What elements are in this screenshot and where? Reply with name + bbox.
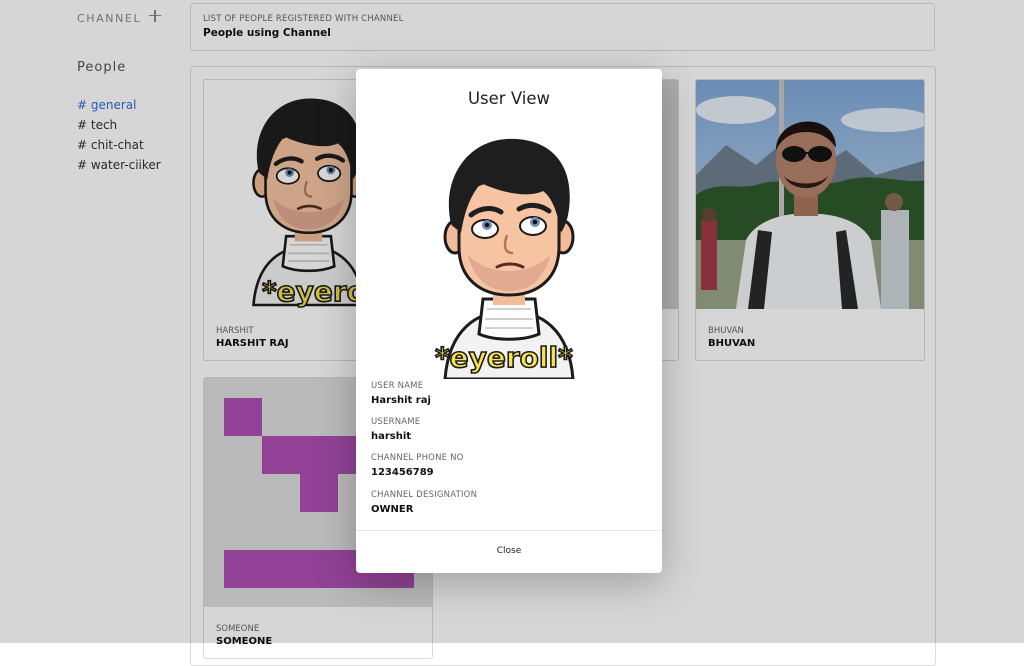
field-value-designation: OWNER <box>371 504 414 515</box>
field-label-user-name: USER NAME <box>371 381 424 391</box>
field-label-username: USERNAME <box>371 417 421 427</box>
field-label-designation: CHANNEL DESIGNATION <box>371 490 478 500</box>
field-value-phone: 123456789 <box>371 467 434 478</box>
field-value-username: harshit <box>371 431 412 442</box>
modal-avatar: *eyeroll* <box>427 129 591 379</box>
modal-divider <box>356 530 662 531</box>
close-button[interactable]: Close <box>479 539 539 563</box>
field-value-user-name: Harshit raj <box>371 395 431 406</box>
user-view-modal: User View *eyeroll* USER NAME Harshit ra… <box>356 69 662 573</box>
field-label-phone: CHANNEL PHONE NO <box>371 453 464 463</box>
sticker-text: *eyeroll* <box>435 341 573 374</box>
modal-title: User View <box>467 89 550 108</box>
